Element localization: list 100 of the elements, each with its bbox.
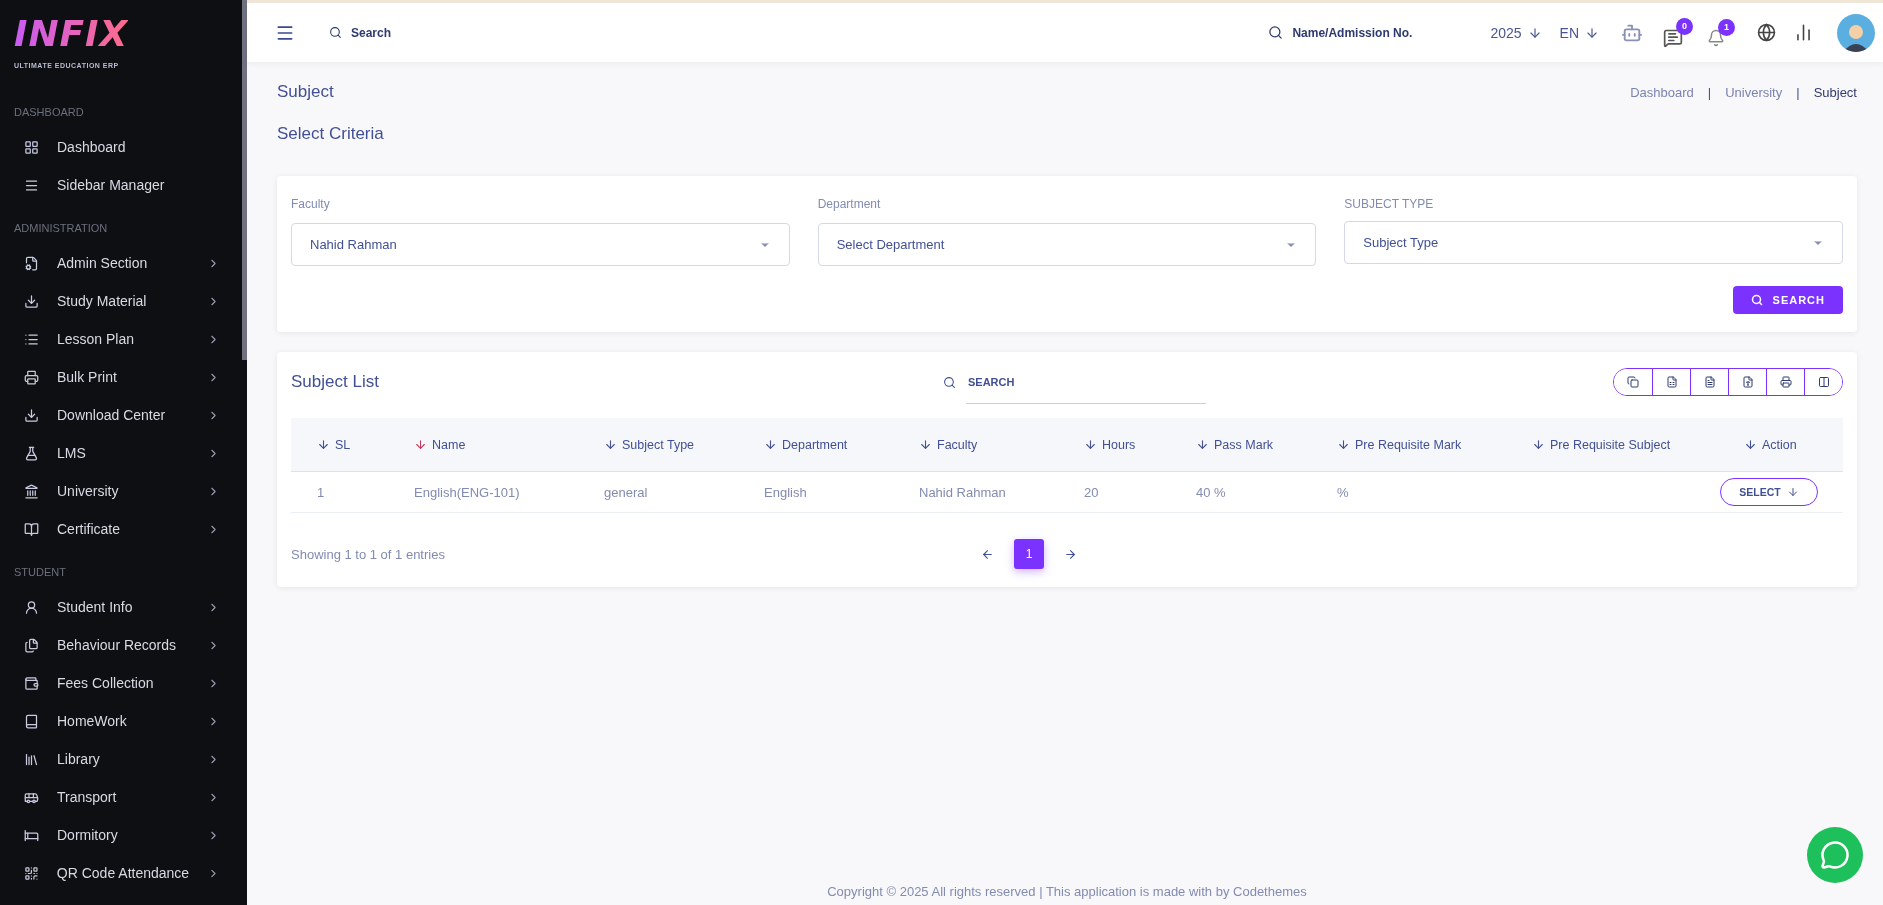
bar-chart-icon [1794,23,1813,42]
sidebar-item[interactable]: Download Center [0,396,242,434]
columns-icon[interactable] [1804,369,1842,395]
globe-button[interactable] [1757,23,1776,42]
download-icon [24,293,39,309]
count-badge: 1 [1718,18,1735,36]
chat-bubble-icon [1820,840,1850,870]
column-header[interactable]: Subject Type [578,418,738,472]
sidebar-item[interactable]: Fees Collection [0,664,242,702]
wallet-icon [24,675,39,691]
list-icon [24,331,39,347]
sidebar-item[interactable]: LMS [0,434,242,472]
arrow-right-icon [1064,547,1077,561]
arrow-down-icon [1585,25,1599,40]
notifications-button[interactable]: 1 [1707,18,1735,47]
table-cell: Nahid Rahman [893,472,1058,513]
entries-info: Showing 1 to 1 of 1 entries [291,546,446,562]
sidebar-item[interactable]: Transport [0,778,242,816]
download-icon [24,407,39,423]
printer-icon [24,369,39,385]
column-header[interactable]: Pass Mark [1170,418,1311,472]
sidebar-item[interactable]: Sidebar Manager [0,166,242,204]
sidebar-item[interactable]: Certificate [0,510,242,548]
count-badge: 0 [1676,17,1693,35]
column-header[interactable]: Pre Requisite Mark [1311,418,1506,472]
column-header[interactable]: Hours [1058,418,1170,472]
search-icon [943,375,956,389]
library-icon [24,751,39,767]
table-cell: general [578,472,738,513]
section-heading: ADMINISTRATION [13,221,109,236]
scrollbar[interactable] [242,0,247,360]
sidebar-item[interactable]: HomeWork [0,702,242,740]
column-header[interactable]: Department [738,418,893,472]
sidebar-item[interactable]: University [0,472,242,510]
sidebar-item[interactable]: Dashboard [0,128,242,166]
section-title: Select Criteria [277,124,385,144]
table-cell: 20 [1058,472,1170,513]
messages-button[interactable]: 0 [1663,17,1693,48]
bell-icon [1707,28,1725,47]
sidebar-item[interactable]: Lesson Plan [0,320,242,358]
book-icon [24,713,39,729]
book-icon [24,521,39,537]
breadcrumb-separator: | [1707,84,1712,100]
sidebar-item[interactable]: Behaviour Records [0,626,242,664]
column-header[interactable]: Name [388,418,578,472]
qr-code-icon [24,865,39,881]
footer-text: Copyright © 2025 All rights reserved | This application is made with by Codethemes [826,884,1308,901]
table-cell: 40 % [1170,472,1311,513]
sidebar-item[interactable]: Admin Section [0,244,242,282]
avatar[interactable] [1837,13,1875,52]
section-heading: DASHBOARD [13,105,85,120]
page-title: Subject [277,82,334,102]
select-button[interactable]: SELECT [1720,478,1818,506]
grid-icon [24,139,39,155]
breadcrumb-link[interactable]: University [1725,84,1783,100]
field-label: SUBJECT TYPE [1344,197,1434,211]
section-heading: STUDENT [13,565,67,580]
column-header[interactable]: SL [291,418,388,472]
table-cell: 1 [291,472,388,513]
sidebar-item[interactable]: Library [0,740,242,778]
sidebar-item[interactable]: Dormitory [0,816,242,854]
sidebar-item[interactable]: QR Code Attendance [0,854,242,892]
language-selector[interactable]: EN [1559,24,1599,41]
sidebar-item[interactable]: Student Info [0,588,242,626]
arrow-left-icon [981,547,994,561]
search-icon [329,26,342,39]
column-header[interactable]: Action [1718,418,1843,472]
sidebar-item[interactable]: Bulk Print [0,358,242,396]
select-field[interactable]: Subject Type [1344,221,1843,264]
menu-icon [24,177,39,193]
breadcrumb-link[interactable]: Subject [1813,84,1857,100]
table-cell: English(ENG-101) [388,472,578,513]
table-cell: % [1311,472,1506,513]
arrow-down-icon [1786,486,1799,498]
select-field[interactable]: Select Department [817,223,1317,266]
student-search-field[interactable]: Name/Admission No. [1290,24,1441,41]
search-icon [1268,25,1284,40]
field-label: Faculty [291,197,330,211]
page-button[interactable]: 1 [1014,539,1044,569]
sidebar-item[interactable]: Study Material [0,282,242,320]
chart-button[interactable] [1794,23,1813,42]
year-selector[interactable]: 2025 [1490,24,1542,41]
globe-icon [1757,23,1776,42]
bank-icon [24,483,39,499]
document-gear-icon [24,255,39,271]
breadcrumb-separator: | [1796,84,1800,100]
card-title: Subject List [291,372,380,392]
files-icon [24,637,39,653]
table-cell: English [738,472,893,513]
bed-icon [24,827,39,843]
search-button[interactable]: SEARCH [1732,286,1843,314]
search-icon [1750,294,1763,306]
field-label: Department [817,197,881,211]
column-header[interactable]: Pre Requisite Subject [1506,418,1718,472]
message-icon [1663,27,1683,48]
select-field[interactable]: Nahid Rahman [291,223,790,266]
flask-icon [24,445,39,461]
breadcrumb-link[interactable]: Dashboard [1630,84,1694,100]
search-field[interactable]: Search [349,24,509,41]
column-header[interactable]: Faculty [893,418,1058,472]
